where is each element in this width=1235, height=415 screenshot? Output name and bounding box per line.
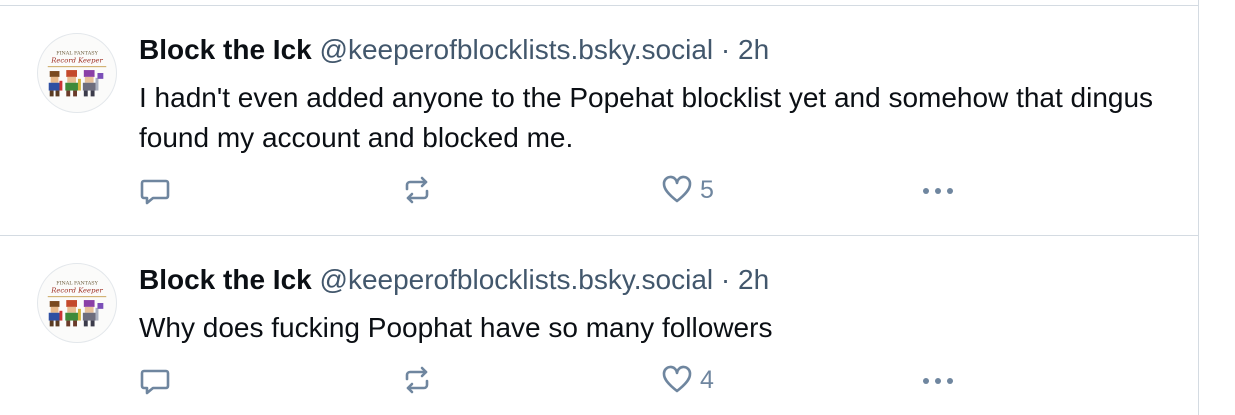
avatar-image: FINAL FANTASY Record Keeper: [47, 50, 107, 97]
reply-icon: [140, 179, 170, 205]
post[interactable]: FINAL FANTASY Record Keeper Block the Ic…: [0, 6, 1199, 236]
reply-icon: [140, 369, 170, 395]
display-name[interactable]: Block the Ick: [139, 34, 312, 65]
post-header: Block the Ick @keeperofblocklists.bsky.s…: [139, 262, 769, 298]
like-count: 4: [700, 365, 714, 394]
reply-button[interactable]: [138, 360, 172, 400]
repost-icon: [405, 366, 429, 394]
avatar[interactable]: FINAL FANTASY Record Keeper: [37, 33, 117, 113]
repost-icon: [405, 176, 429, 204]
like-button[interactable]: 5: [660, 170, 714, 210]
post-text: Why does fucking Poophat have so many fo…: [139, 312, 773, 343]
like-count: 5: [700, 175, 714, 204]
separator: ·: [720, 34, 731, 65]
avatar-image: FINAL FANTASY Record Keeper: [47, 280, 107, 327]
repost-button[interactable]: [400, 360, 434, 400]
reply-button[interactable]: [138, 170, 172, 210]
handle[interactable]: @keeperofblocklists.bsky.social: [320, 264, 714, 295]
timestamp[interactable]: 2h: [738, 34, 769, 65]
avatar-caption-2: Record Keeper: [50, 56, 103, 64]
handle[interactable]: @keeperofblocklists.bsky.social: [320, 34, 714, 65]
more-options-button[interactable]: [918, 360, 958, 400]
avatar[interactable]: FINAL FANTASY Record Keeper: [37, 263, 117, 343]
post[interactable]: FINAL FANTASY Record Keeper Block the Ic…: [0, 236, 1199, 415]
feed: FINAL FANTASY Record Keeper Block the Ic…: [0, 0, 1199, 415]
post-text: I hadn't even added anyone to the Popeha…: [139, 82, 1154, 153]
more-options-button[interactable]: [918, 170, 958, 210]
heart-icon: [662, 365, 692, 393]
post-actions: 5: [0, 170, 1199, 210]
timestamp[interactable]: 2h: [738, 264, 769, 295]
post-header: Block the Ick @keeperofblocklists.bsky.s…: [139, 32, 769, 68]
more-icon: [923, 188, 953, 194]
display-name[interactable]: Block the Ick: [139, 264, 312, 295]
repost-button[interactable]: [400, 170, 434, 210]
more-icon: [923, 378, 953, 384]
like-button[interactable]: 4: [660, 360, 714, 400]
post-actions: 4: [0, 360, 1199, 400]
avatar-caption-2: Record Keeper: [50, 286, 103, 294]
heart-icon: [662, 175, 692, 203]
separator: ·: [720, 264, 731, 295]
